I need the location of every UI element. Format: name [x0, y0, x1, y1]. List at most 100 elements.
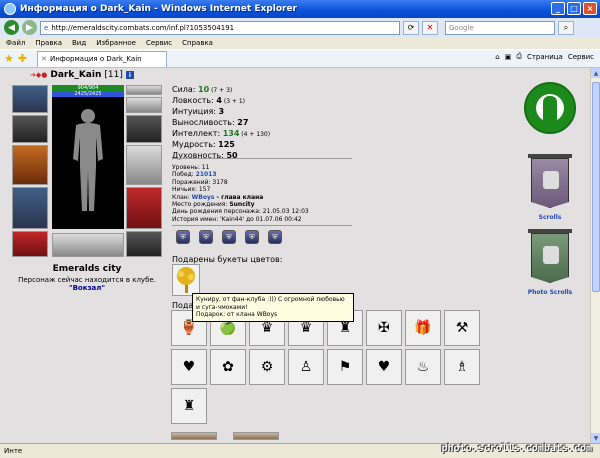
right-panel: Scrolls Photo Scrolls	[515, 82, 585, 304]
scrollbar-thumb[interactable]	[592, 82, 600, 292]
menu-edit[interactable]: Правка	[35, 39, 62, 47]
alignment-icons: ➔◆●	[30, 71, 48, 79]
stop-button[interactable]: ✕	[422, 20, 438, 35]
forward-button[interactable]: ▶	[22, 20, 37, 35]
clan-emblem[interactable]	[52, 233, 124, 257]
tab-active[interactable]: ✕ Информация о Dark_Kain	[37, 50, 168, 67]
gift-item[interactable]: ♥	[366, 349, 402, 385]
menu-favorites[interactable]: Избранное	[96, 39, 136, 47]
character-info: Уровень: 11 Побед: 21013 Поражений: 3178…	[172, 164, 309, 223]
info-losses: Поражений: 3178	[172, 178, 228, 186]
watermark: photo.scrolls.combats.com	[441, 443, 592, 454]
page-favicon-icon: ✕	[41, 55, 47, 63]
golden-tree-icon	[177, 267, 195, 293]
menu-file[interactable]: Файл	[6, 39, 25, 47]
scrolls-label[interactable]: Scrolls	[515, 214, 585, 221]
character-name: Dark_Kain	[50, 70, 102, 80]
gift-item[interactable]: ♨	[405, 349, 441, 385]
address-text: http://emeraldscity.combats.com/inf.pl?1…	[51, 23, 235, 32]
refresh-button[interactable]: ⟳	[403, 20, 419, 35]
boots-slot[interactable]	[126, 231, 162, 257]
add-favorites-icon[interactable]: ✚	[18, 52, 27, 65]
location-block: Emeralds city Персонаж сейчас находится …	[12, 264, 162, 292]
gift-item[interactable]: ♙	[288, 349, 324, 385]
helmet-slot[interactable]	[12, 85, 48, 113]
search-icon[interactable]: ⌕	[558, 20, 574, 35]
flower-bouquet-item[interactable]	[172, 264, 200, 296]
search-input[interactable]: Google	[445, 20, 555, 35]
back-button[interactable]: ◀	[4, 20, 19, 35]
info-icon[interactable]: i	[125, 71, 134, 79]
window-titlebar: Информация о Dark_Kain - Windows Interne…	[0, 0, 600, 18]
character-header: ➔◆● Dark_Kain [11] i	[30, 70, 134, 80]
badge-icon[interactable]: ⛨	[245, 230, 259, 244]
maximize-button[interactable]: □	[567, 2, 581, 15]
info-wins: Побед: 21013	[172, 171, 217, 179]
divider	[172, 225, 352, 226]
gift-item[interactable]: ♗	[444, 349, 480, 385]
search-placeholder: Google	[449, 23, 474, 32]
close-button[interactable]: ×	[583, 2, 597, 15]
info-name-history: История имен: 'Kain44' до 01.07.06 00:42	[172, 215, 302, 223]
gift-item[interactable]: ⚒	[444, 310, 480, 346]
gift-item[interactable]: 🎁	[405, 310, 441, 346]
gift-item[interactable]: ✿	[210, 349, 246, 385]
address-bar-row: ◀ ▶ e http://emeraldscity.combats.com/in…	[0, 18, 600, 37]
character-avatar[interactable]: 904/904 2425/2425	[52, 85, 124, 229]
tooltip-sender: Подарок: от клана WBoys	[196, 311, 278, 318]
badge-icon[interactable]: ⛨	[199, 230, 213, 244]
print-icon[interactable]: ⎙	[516, 52, 522, 61]
menu-view[interactable]: Вид	[72, 39, 86, 47]
photo-scrolls-label[interactable]: Photo Scrolls	[515, 289, 585, 296]
earring-slot[interactable]	[126, 85, 162, 95]
gift-item[interactable]: ♥	[171, 349, 207, 385]
gift-item[interactable]: ✠	[366, 310, 402, 346]
scroll-up-arrow-icon[interactable]: ▲	[591, 68, 600, 78]
stat-intellect: Интеллект: 134 (4 + 130)	[172, 129, 271, 138]
vertical-scrollbar[interactable]: ▲ ▼	[590, 68, 600, 443]
stat-agility: Ловкость: 4 (3 + 1)	[172, 96, 246, 105]
more-gifts-row	[171, 432, 279, 440]
badge-icon[interactable]: ⛨	[268, 230, 282, 244]
tab-toolbar: ★ ✚ ✕ Информация о Dark_Kain ⌂ ▣ ⎙ Стран…	[0, 49, 600, 68]
page-content: ➔◆● Dark_Kain [11] i 904/904 2425/2425 E…	[0, 68, 600, 443]
scrolls-banner[interactable]	[526, 154, 574, 212]
flowers-title: Подарены букеты цветов:	[172, 255, 283, 264]
clan-logo-icon[interactable]	[524, 82, 576, 134]
mana-bar: 2425/2425	[52, 91, 124, 97]
stat-endurance: Выносливость: 27	[172, 118, 249, 127]
gift-item[interactable]: ♜	[171, 388, 207, 424]
menu-tools[interactable]: Сервис	[146, 39, 172, 47]
belt-slot[interactable]	[12, 231, 48, 257]
photo-scrolls-banner[interactable]	[526, 229, 574, 287]
stat-strength: Сила: 10 (7 + 3)	[172, 85, 233, 94]
gift-item[interactable]: ⚑	[327, 349, 363, 385]
gift-item[interactable]	[233, 432, 279, 440]
menu-help[interactable]: Справка	[182, 39, 213, 47]
gift-item[interactable]	[171, 432, 217, 440]
badge-icon[interactable]: ⛨	[222, 230, 236, 244]
minimize-button[interactable]: _	[551, 2, 565, 15]
weapon-slot[interactable]	[12, 145, 48, 185]
equipment-panel: 904/904 2425/2425	[12, 85, 162, 260]
divider	[172, 158, 352, 159]
armor-slot[interactable]	[12, 187, 48, 229]
window-controls: _ □ ×	[551, 2, 597, 15]
clan-link[interactable]: WBoys	[192, 194, 215, 201]
tools-menu[interactable]: Сервис	[568, 53, 594, 61]
gift-tooltip: Куниру, от фан-клуба :))) С огромной люб…	[192, 293, 354, 322]
feeds-icon[interactable]: ▣	[505, 53, 512, 61]
address-field[interactable]: e http://emeraldscity.combats.com/inf.pl…	[40, 20, 400, 35]
page-menu[interactable]: Страница	[527, 53, 563, 61]
bracers-slot[interactable]	[12, 115, 48, 143]
shield-slot[interactable]	[126, 145, 162, 185]
stat-intuition: Интуиция: 3	[172, 107, 225, 116]
badge-icon[interactable]: ⛨	[176, 230, 190, 244]
amulet-slot[interactable]	[126, 97, 162, 113]
gift-item[interactable]: ⚙	[249, 349, 285, 385]
cloak-slot[interactable]	[126, 187, 162, 229]
scroll-down-arrow-icon[interactable]: ▼	[591, 433, 600, 443]
home-icon[interactable]: ⌂	[495, 53, 499, 61]
gloves-slot[interactable]	[126, 115, 162, 143]
favorites-star-icon[interactable]: ★	[4, 52, 14, 65]
